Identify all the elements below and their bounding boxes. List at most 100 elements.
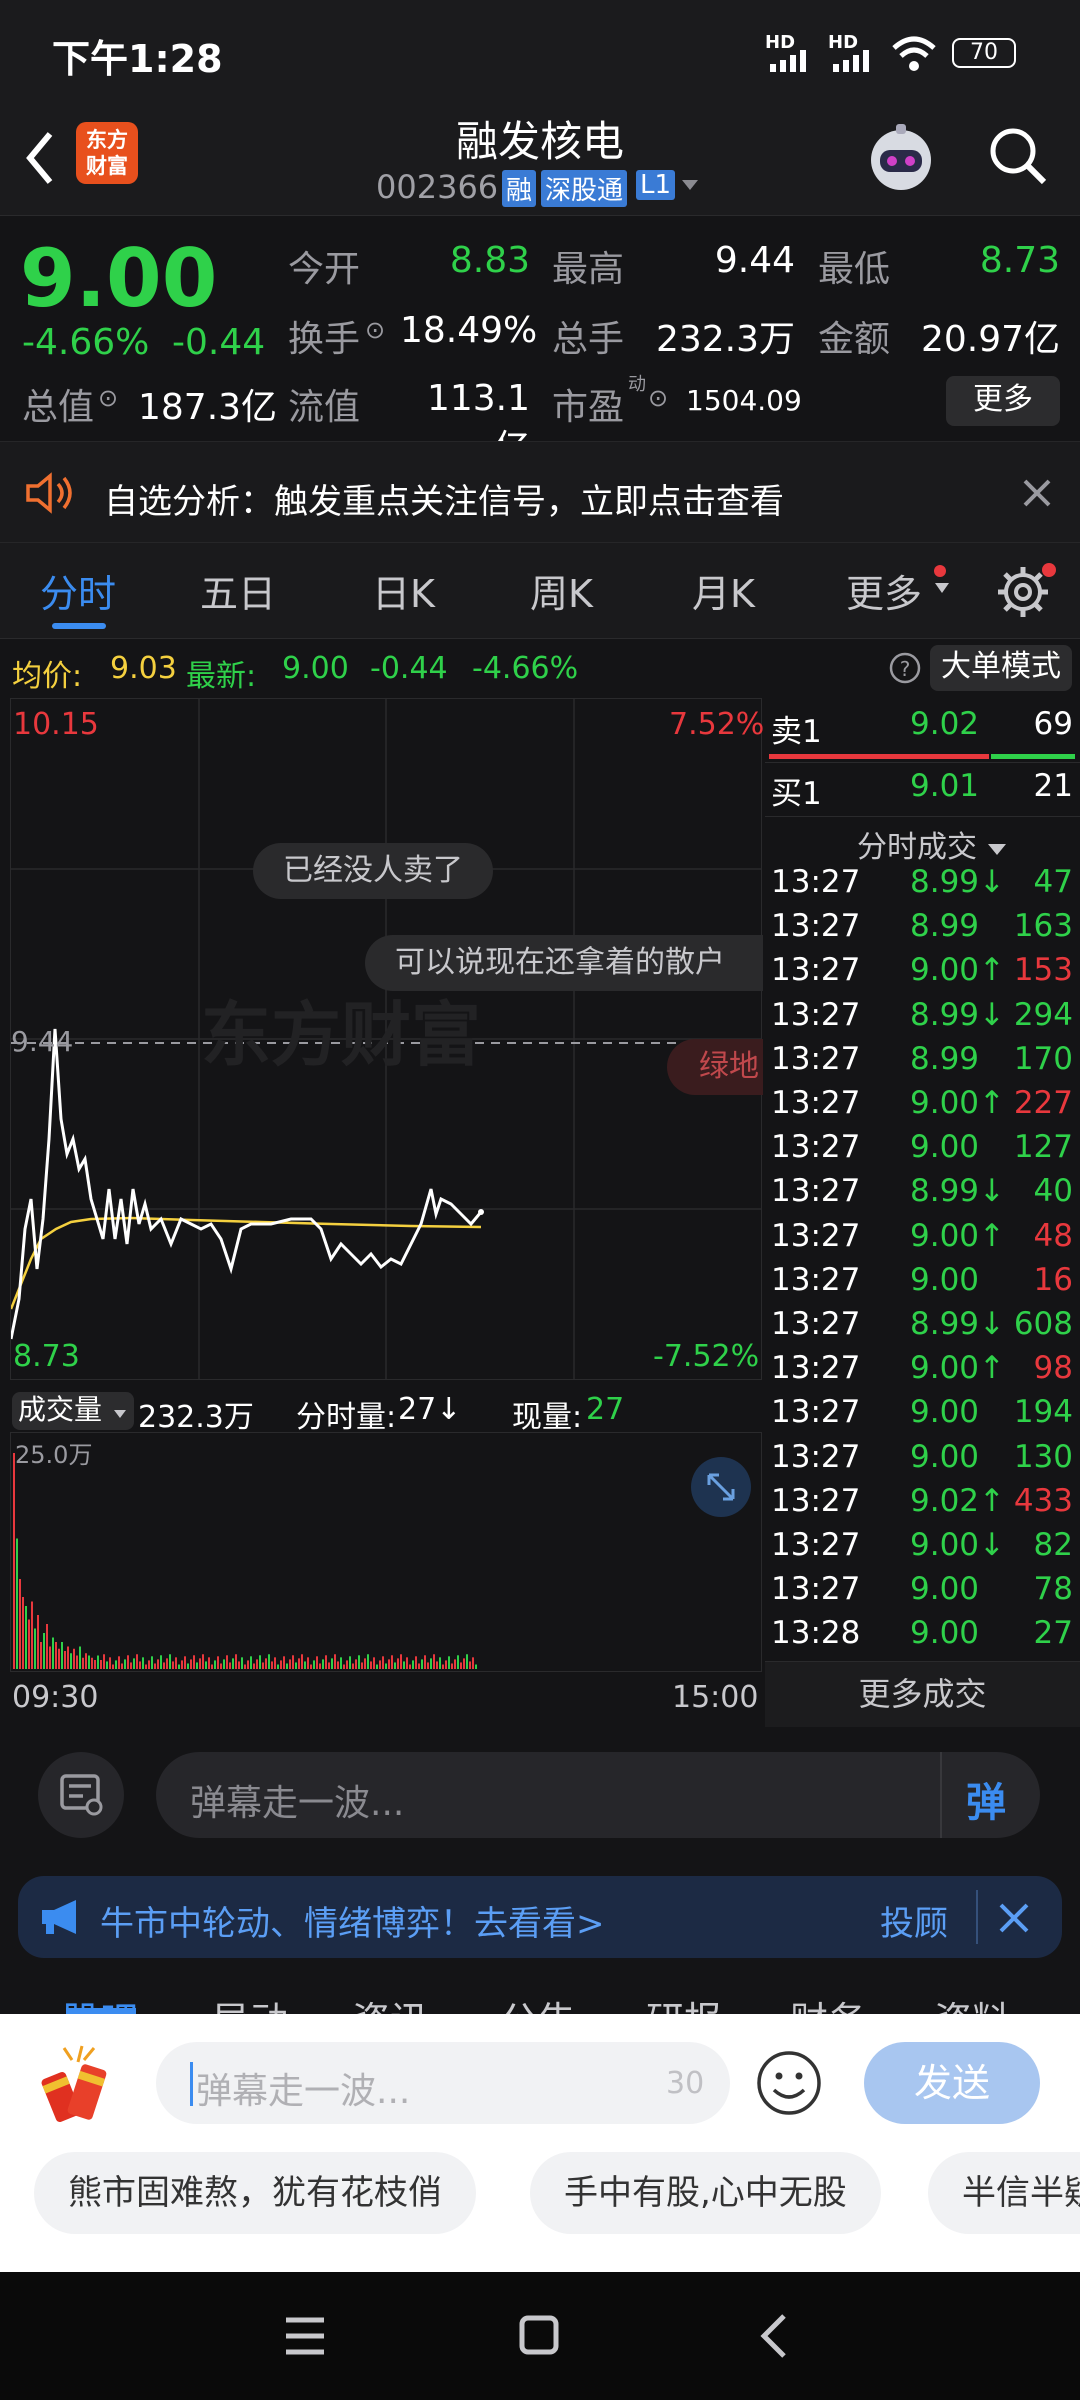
volume-bar: [295, 1662, 297, 1669]
volume-bar: [61, 1642, 63, 1669]
trade-volume: 27: [1033, 1615, 1073, 1652]
tab-intraday[interactable]: 分时: [40, 563, 116, 618]
trade-price: 8.99: [910, 1040, 980, 1077]
volume-bar: [136, 1654, 138, 1669]
float-label: 流值: [288, 387, 361, 428]
divider: [765, 762, 1080, 763]
chart-tabs: 分时 五日 日K 周K 月K 更多: [0, 543, 1080, 639]
tab-weekly-k[interactable]: 周K: [530, 563, 593, 618]
trade-row: 13:27 9.00↑ 98: [765, 1348, 1080, 1392]
trades-header[interactable]: 分时成交: [857, 822, 1007, 866]
volume-selector[interactable]: 成交量: [12, 1392, 134, 1430]
intraday-chart[interactable]: 东方财富 10.15 7.52% 9.44 8.73 -7.52% 已经没人卖了…: [10, 698, 764, 1380]
more-button[interactable]: 更多: [946, 376, 1060, 426]
trade-time: 13:27: [771, 1527, 861, 1563]
dropdown-icon[interactable]: [680, 178, 700, 192]
search-icon[interactable]: [986, 124, 1050, 188]
volume-bar: [34, 1628, 36, 1669]
tab-profile[interactable]: 资料: [934, 1990, 1010, 2014]
volume-bar: [469, 1661, 471, 1669]
suggestion-chip[interactable]: 熊市固难熬，犹有花枝俏: [34, 2152, 476, 2234]
info-icon[interactable]: ⊙: [365, 316, 385, 344]
volume-bar: [187, 1663, 189, 1669]
tab-movement[interactable]: 异动: [212, 1990, 288, 2014]
volume-bar: [343, 1664, 345, 1669]
volume-bar: [19, 1579, 21, 1669]
volume-bar: [43, 1633, 45, 1669]
trade-row: 13:27 8.99↓ 40: [765, 1171, 1080, 1215]
trade-row: 13:28 9.00 27: [765, 1613, 1080, 1657]
suggestion-chip[interactable]: 手中有股,心中无股: [530, 2152, 881, 2234]
battery-icon: 70: [952, 38, 1016, 68]
volume-bar: [361, 1662, 363, 1669]
trade-row: 13:27 9.00 130: [765, 1437, 1080, 1481]
speaker-icon: [26, 472, 72, 514]
volume-bar: [265, 1658, 267, 1669]
trade-volume: 130: [1013, 1438, 1073, 1475]
tab-news[interactable]: 资讯: [352, 1990, 428, 2014]
trade-volume: 47: [1033, 864, 1073, 900]
promo-banner[interactable]: 牛市中轮动、情绪博弈！去看看> 投顾: [18, 1876, 1062, 1958]
tab-daily-k[interactable]: 日K: [372, 563, 435, 618]
volume-label: 总手: [552, 319, 625, 360]
volume-bar: [169, 1654, 171, 1669]
sell1-label: 卖1: [771, 714, 822, 750]
info-icon[interactable]: ⊙: [648, 384, 668, 412]
volume-bar: [124, 1659, 126, 1669]
tab-more[interactable]: 更多: [846, 563, 922, 618]
latest-label: 最新:: [186, 659, 257, 694]
alert-bar[interactable]: 自选分析：触发重点关注信号，立即点击查看: [0, 441, 1080, 543]
trade-row: 13:27 9.02↑ 433: [765, 1481, 1080, 1525]
close-icon[interactable]: [998, 1902, 1030, 1934]
trades-dropdown-icon: [987, 844, 1006, 855]
big-order-mode-button[interactable]: 大单模式: [930, 645, 1072, 691]
volume-total: 232.3万: [138, 1400, 254, 1435]
danmu-toggle-button[interactable]: [38, 1752, 124, 1838]
volume-bar: [100, 1660, 102, 1669]
tab-monthly-k[interactable]: 月K: [692, 563, 755, 618]
mktcap-value: 187.3亿: [138, 387, 278, 428]
minute-volume-value: 27↓: [398, 1392, 462, 1427]
volume-bar: [64, 1651, 66, 1669]
minute-volume-label: 分时量:: [296, 1400, 397, 1435]
tab-finance[interactable]: 财务: [790, 1990, 866, 2014]
trade-volume: 433: [1013, 1482, 1073, 1519]
volume-bar: [31, 1601, 33, 1669]
volume-bar: [37, 1615, 39, 1669]
badge-level: L1: [636, 170, 676, 200]
trade-row: 13:27 9.00↓ 82: [765, 1525, 1080, 1569]
volume-bar: [49, 1646, 51, 1669]
volume-bar: [40, 1642, 42, 1669]
info-icon[interactable]: ⊙: [98, 384, 118, 412]
tab-announcements[interactable]: 公告: [500, 1990, 576, 2014]
volume-bar: [103, 1654, 105, 1669]
volume-bar: [118, 1656, 120, 1669]
more-trades-button[interactable]: 更多成交: [765, 1661, 1080, 1727]
volume-bar: [271, 1661, 273, 1669]
tab-research[interactable]: 研报: [646, 1990, 722, 2014]
robot-avatar-icon[interactable]: [862, 120, 940, 196]
tab-five-day[interactable]: 五日: [200, 563, 276, 618]
volume-bar: [445, 1660, 447, 1669]
volume-bar: [376, 1664, 378, 1669]
danmu-input[interactable]: 弹幕走一波... 弹: [156, 1752, 1040, 1838]
suggestion-chip[interactable]: 半信半疑: [928, 2152, 1080, 2234]
help-icon[interactable]: ?: [888, 651, 922, 685]
volume-bar: [145, 1664, 147, 1669]
volume-bar: [148, 1660, 150, 1669]
close-icon[interactable]: [1022, 478, 1052, 508]
buy1-label: 买1: [771, 776, 822, 812]
volume-bar: [106, 1661, 108, 1669]
volume-bar: [298, 1658, 300, 1669]
volume-bar: [328, 1662, 330, 1669]
high-value: 9.44: [714, 240, 795, 281]
danmu-sheet: 弹幕走一波... 30 发送 熊市固难熬，犹有花枝俏 手中有股,心中无股 半信半…: [0, 2014, 1080, 2272]
danmu-send-icon[interactable]: 弹: [966, 1770, 1006, 1828]
banner-right-text[interactable]: 投顾: [880, 1896, 948, 1945]
menu-icon[interactable]: [284, 2316, 326, 2356]
expand-icon[interactable]: [689, 1455, 753, 1519]
status-time: 下午1:28: [52, 37, 223, 81]
volume-bar: [307, 1657, 309, 1669]
nav-back-icon[interactable]: [756, 2312, 790, 2360]
home-icon[interactable]: [518, 2314, 560, 2356]
